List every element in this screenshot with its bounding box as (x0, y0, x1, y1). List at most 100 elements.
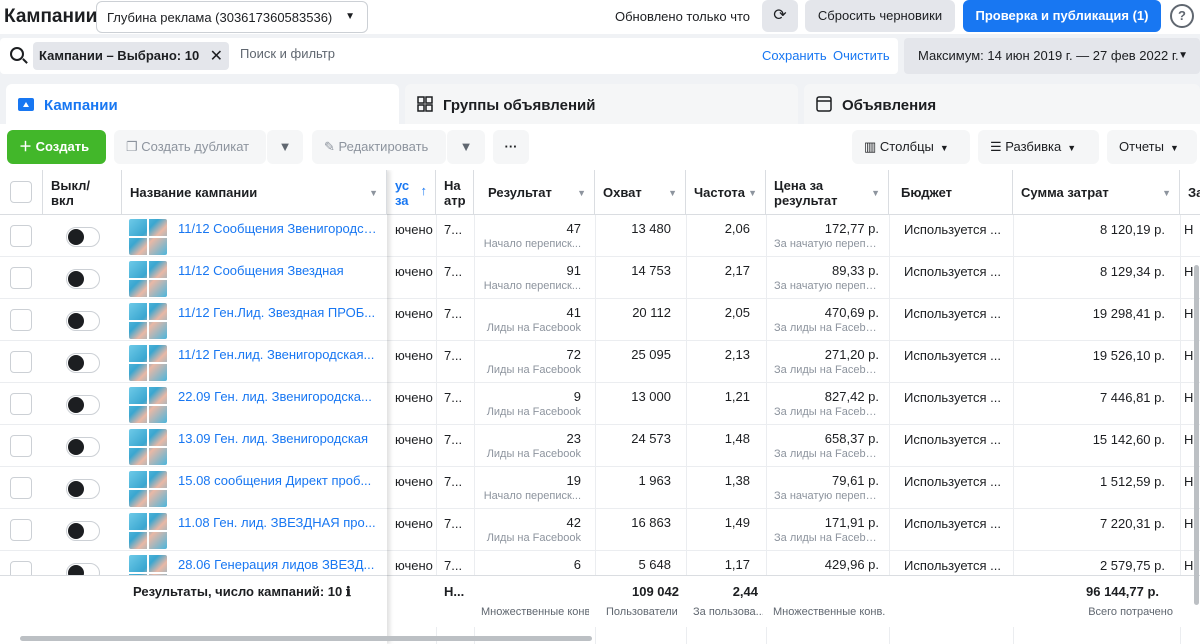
column-header-result[interactable]: Результат ▼ (474, 170, 595, 215)
pencil-icon: ✎ (324, 139, 335, 154)
table-row[interactable]: 13.09 Ген. лид. Звенигородская ючено 7... 2… (0, 425, 1200, 467)
reports-button[interactable]: Отчеты ▼ (1107, 130, 1197, 164)
delivery-status: ючено (395, 222, 433, 237)
tab-campaigns[interactable]: Кампании (6, 84, 399, 124)
vertical-scrollbar[interactable] (1194, 265, 1199, 605)
reach-cell: 13 480 (631, 221, 671, 236)
discard-drafts-button[interactable]: Сбросить черновики (805, 0, 955, 32)
info-icon[interactable]: ℹ (346, 584, 351, 599)
columns-button[interactable]: ▥ Столбцы ▼ (852, 130, 970, 164)
table-row[interactable]: 15.08 сообщения Директ проб... ючено 7... 1… (0, 467, 1200, 509)
result-value: 19 (566, 473, 581, 488)
column-header-reach[interactable]: Охват ▼ (595, 170, 686, 215)
table-row[interactable]: 22.09 Ген. лид. Звенигородска... ючено 7..… (0, 383, 1200, 425)
table-row[interactable]: 11.08 Ген. лид. ЗВЕЗДНАЯ про... ючено 7...… (0, 509, 1200, 551)
campaign-name-link[interactable]: 11/12 Сообщения Звездная (178, 263, 378, 278)
table-row[interactable]: 11/12 Ген.Лид. Звездная ПРОБ... ючено 7...… (0, 299, 1200, 341)
filter-chip[interactable]: Кампании – Выбрано: 10 ✕ (33, 42, 229, 70)
review-publish-button[interactable]: Проверка и публикация (1) (963, 0, 1161, 32)
delivery-status: ючено (395, 348, 433, 363)
campaign-name-link[interactable]: 11/12 Ген.лид. Звенигородская... (178, 347, 378, 362)
edit-label: Редактировать (338, 139, 429, 154)
breakdown-button[interactable]: ☰ Разбивка ▼ (978, 130, 1099, 164)
row-checkbox[interactable] (10, 351, 32, 373)
campaign-name-link[interactable]: 11/12 Сообщения Звенигородск... (178, 221, 378, 236)
header-label: Охват (603, 185, 642, 200)
account-selector[interactable]: Глубина реклама (303617360583536) ▼ (96, 1, 368, 33)
column-header-spend[interactable]: Сумма затрат ▼ (1013, 170, 1180, 215)
row-checkbox[interactable] (10, 393, 32, 415)
result-cell: 72 Лиды на Facebook (474, 341, 589, 383)
campaign-toggle[interactable] (66, 437, 100, 457)
duplicate-dropdown-button[interactable]: ▼ (267, 130, 303, 164)
cpr-value: 271,20 р. (824, 347, 879, 362)
campaign-toggle[interactable] (66, 479, 100, 499)
campaign-toggle[interactable] (66, 353, 100, 373)
close-icon[interactable]: ✕ (210, 46, 223, 66)
table-row[interactable]: 11/12 Ген.лид. Звенигородская... ючено 7..… (0, 341, 1200, 383)
campaign-name-link[interactable]: 11/12 Ген.Лид. Звездная ПРОБ... (178, 305, 378, 320)
create-button[interactable]: ＋ Создать (7, 130, 106, 164)
search-input[interactable] (240, 46, 540, 61)
campaign-toggle[interactable] (66, 311, 100, 331)
breakdown-label: Разбивка (1005, 139, 1062, 154)
result-cell: 47 Начало переписк... (474, 215, 589, 257)
columns-icon: ▥ (864, 139, 877, 154)
frequency-cell: 2,05 (724, 305, 750, 320)
column-header-name[interactable]: Название кампании ▼ (122, 170, 387, 215)
campaign-name-link[interactable]: 28.06 Генерация лидов ЗВЕЗД... (178, 557, 378, 572)
breakdown-icon: ☰ (990, 139, 1002, 154)
edit-button[interactable]: ✎ Редактировать (312, 130, 446, 164)
column-header-status[interactable]: ус за ↑ (387, 170, 436, 215)
campaign-toggle[interactable] (66, 395, 100, 415)
refresh-button[interactable]: ⟳ (762, 0, 798, 32)
column-header-budget[interactable]: Бюджет (889, 170, 1013, 215)
cpr-value: 658,37 р. (824, 431, 879, 446)
column-header-frequency[interactable]: Частота ▼ (686, 170, 766, 215)
clear-filter-link[interactable]: Очистить (833, 48, 890, 63)
totals-row: Результаты, число кампаний: 10 ℹ Н... Мн… (0, 575, 1200, 627)
totals-reach-sub: Пользователи (606, 606, 678, 618)
chevron-down-icon: ▼ (1178, 50, 1188, 61)
campaign-name-link[interactable]: 13.09 Ген. лид. Звенигородская (178, 431, 378, 446)
table-row[interactable]: 11/12 Сообщения Звенигородск... ючено 7...… (0, 215, 1200, 257)
row-checkbox[interactable] (10, 519, 32, 541)
edit-dropdown-button[interactable]: ▼ (447, 130, 485, 164)
campaign-toggle[interactable] (66, 227, 100, 247)
budget-cell: Используется ... (904, 264, 1001, 279)
tab-ads[interactable]: Объявления (804, 84, 1200, 124)
save-filter-link[interactable]: Сохранить (762, 48, 827, 63)
campaign-name-link[interactable]: 22.09 Ген. лид. Звенигородска... (178, 389, 378, 404)
horizontal-scrollbar[interactable] (20, 636, 592, 641)
campaign-toggle[interactable] (66, 269, 100, 289)
ad-icon (816, 96, 832, 112)
more-button[interactable]: ··· (493, 130, 529, 164)
campaign-name-link[interactable]: 15.08 сообщения Директ проб... (178, 473, 378, 488)
column-header-last[interactable]: За (1180, 170, 1200, 215)
row-checkbox[interactable] (10, 309, 32, 331)
campaign-toggle[interactable] (66, 521, 100, 541)
campaign-name-link[interactable]: 11.08 Ген. лид. ЗВЕЗДНАЯ про... (178, 515, 378, 530)
row-checkbox[interactable] (10, 225, 32, 247)
duplicate-button[interactable]: ❐ Создать дубликат (114, 130, 266, 164)
date-range-picker[interactable]: Максимум: 14 июн 2019 г. — 27 фев 2022 г… (904, 38, 1200, 74)
column-header-toggle[interactable]: Выкл/ вкл (43, 170, 122, 215)
select-all-checkbox[interactable] (10, 181, 32, 203)
delivery-status: ючено (395, 390, 433, 405)
help-icon[interactable]: ? (1170, 4, 1194, 28)
column-header-cost-per-result[interactable]: Цена за результат ▼ (766, 170, 889, 215)
cost-per-result-cell: 79,61 р. За начатую перепи... (766, 467, 887, 509)
sort-icon: ▼ (369, 188, 378, 198)
row-checkbox[interactable] (10, 267, 32, 289)
table-row[interactable]: 11/12 Сообщения Звездная ючено 7... 91 Начал… (0, 257, 1200, 299)
cpr-value: 79,61 р. (832, 473, 879, 488)
search-icon (10, 47, 24, 61)
row-checkbox[interactable] (10, 435, 32, 457)
campaign-thumbnail (129, 345, 167, 381)
row-checkbox[interactable] (10, 477, 32, 499)
tab-ad-sets[interactable]: Группы объявлений (405, 84, 798, 124)
campaign-thumbnail (129, 303, 167, 339)
column-header-attribution[interactable]: На атр (436, 170, 474, 215)
result-cell: 41 Лиды на Facebook (474, 299, 589, 341)
reach-cell: 25 095 (631, 347, 671, 362)
